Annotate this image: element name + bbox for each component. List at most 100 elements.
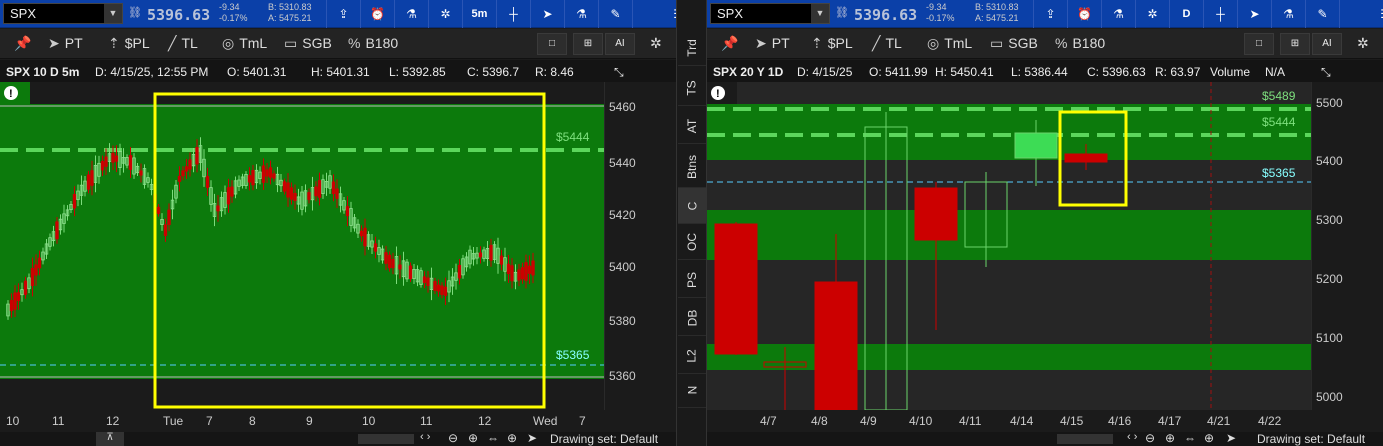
left-candle — [104, 156, 108, 167]
horizontal-scrollbar[interactable] — [1057, 434, 1113, 444]
left-tool-sgb[interactable]: ▭ SGB — [284, 35, 332, 52]
flask-icon[interactable]: ⚗ — [1101, 0, 1135, 28]
right-price-chart[interactable]: ! $5489 $5444 $5365 — [707, 82, 1311, 410]
left-tool-pl[interactable]: ⇡ $PL — [108, 35, 150, 52]
zoom-in-icon[interactable]: ⊕ — [468, 431, 478, 445]
fit-icon[interactable]: ⇔ — [1184, 431, 1196, 445]
fit-icon[interactable]: ⇔ — [487, 431, 499, 445]
y-tick: 5400 — [1316, 154, 1343, 168]
flask-icon[interactable]: ⚗ — [394, 0, 428, 28]
ai-icon[interactable]: AI — [605, 33, 635, 55]
zoom-out-icon[interactable]: ⊖ — [1145, 431, 1155, 445]
tab-ps[interactable]: PS — [678, 262, 706, 298]
right-change-pct: -0.17% — [926, 13, 955, 23]
square-icon[interactable]: □ — [537, 33, 567, 55]
link-icon[interactable]: ⛓ — [128, 6, 142, 19]
left-candle — [265, 169, 269, 177]
grid-icon[interactable]: ⊞ — [1280, 33, 1310, 55]
study-flask-icon[interactable]: ⚗ — [1271, 0, 1305, 28]
left-candle — [128, 155, 133, 170]
tab-ts[interactable]: TS — [678, 70, 706, 106]
chart-settings-gear-icon[interactable]: ✲ — [1357, 35, 1369, 52]
horizontal-scrollbar[interactable] — [358, 434, 414, 444]
tab-oc[interactable]: OC — [678, 224, 706, 260]
right-toolbar-icons: ⇪ ⏰ ⚗ ✲ D ┼ ➤ ⚗ ✎ ☰ — [1033, 0, 1383, 28]
tool-label: PT — [64, 35, 83, 51]
right-tool-b180[interactable]: % B180 — [1055, 35, 1105, 51]
left-interval-button[interactable]: 5m — [462, 0, 496, 28]
left-candle — [286, 182, 290, 198]
left-tool-b180[interactable]: % B180 — [348, 35, 398, 51]
left-drawing-set[interactable]: Drawing set: Default — [550, 432, 658, 446]
square-icon[interactable]: □ — [1244, 33, 1274, 55]
tool-label: SGB — [1008, 35, 1038, 51]
scroll-left-icon[interactable]: ‹ › — [1127, 431, 1137, 443]
zoom-out-icon[interactable]: ⊖ — [448, 431, 458, 445]
candle-style-icon[interactable]: ┼ — [1203, 0, 1237, 28]
chevron-down-icon[interactable]: ▼ — [811, 4, 829, 23]
crosshair-icon[interactable]: ⊕ — [1204, 431, 1214, 445]
alert-icon[interactable]: ⏰ — [1067, 0, 1101, 28]
expand-icon[interactable]: ⤡ — [614, 65, 624, 80]
drawing-icon[interactable]: ✎ — [1305, 0, 1339, 28]
tab-at[interactable]: AT — [678, 108, 706, 144]
right-drawing-set[interactable]: Drawing set: Default — [1257, 432, 1365, 446]
collapse-icon[interactable]: ⊼ — [96, 432, 124, 446]
left-change: -9.34 -0.17% — [219, 2, 248, 24]
gear-icon[interactable]: ✲ — [1135, 0, 1169, 28]
left-candle — [520, 267, 525, 280]
svg-text:!: ! — [9, 88, 13, 100]
zoom-in-icon[interactable]: ⊕ — [1165, 431, 1175, 445]
pin-icon[interactable]: 📌 — [14, 35, 31, 52]
tab-n[interactable]: N — [678, 372, 706, 408]
left-tool-tl[interactable]: ╱ TL — [168, 35, 198, 52]
tool-label: TL — [181, 35, 198, 51]
tab-l2[interactable]: L2 — [678, 338, 706, 374]
share-icon[interactable]: ⇪ — [1033, 0, 1067, 28]
right-interval-button[interactable]: D — [1169, 0, 1203, 28]
right-tool-pl[interactable]: ⇡ $PL — [811, 35, 853, 52]
tool-label: $PL — [827, 35, 853, 51]
tab-trd[interactable]: Trd — [678, 30, 706, 66]
cursor-mode-icon[interactable]: ➤ — [1226, 431, 1236, 445]
percent-icon: % — [1055, 35, 1068, 51]
right-tool-tml[interactable]: ◎ TmL — [927, 35, 972, 52]
right-price-axis: 5500 5400 5300 5200 5100 5000 — [1311, 82, 1383, 410]
candle-style-icon[interactable]: ┼ — [496, 0, 530, 28]
crosshair-icon[interactable]: ⊕ — [507, 431, 517, 445]
cursor-mode-icon[interactable]: ➤ — [527, 431, 537, 445]
link-icon[interactable]: ⛓ — [835, 6, 849, 19]
chevron-down-icon[interactable]: ▼ — [104, 4, 122, 23]
right-tool-tl[interactable]: ╱ TL — [872, 35, 902, 52]
left-symbol-input[interactable]: SPX ▼ — [3, 3, 123, 24]
drawing-icon[interactable]: ✎ — [598, 0, 632, 28]
right-tool-sgb[interactable]: ▭ SGB — [990, 35, 1038, 52]
expand-icon[interactable]: ⤡ — [1321, 65, 1331, 80]
pin-icon[interactable]: 📌 — [721, 35, 738, 52]
gear-icon[interactable]: ✲ — [428, 0, 462, 28]
menu-icon[interactable]: ☰ — [1339, 0, 1383, 28]
chart-settings-gear-icon[interactable]: ✲ — [650, 35, 662, 52]
ai-icon[interactable]: AI — [1312, 33, 1342, 55]
tab-c[interactable]: C — [678, 188, 706, 224]
cursor-icon[interactable]: ➤ — [530, 0, 564, 28]
left-price-chart[interactable]: ! $5444 $5365 — [0, 82, 604, 410]
left-candle — [398, 264, 402, 270]
tab-btns[interactable]: Btns — [678, 146, 706, 188]
tab-db[interactable]: DB — [678, 300, 706, 336]
left-candle — [261, 165, 266, 183]
left-candle — [272, 173, 276, 179]
alert-icon[interactable]: ⏰ — [360, 0, 394, 28]
left-tool-pt[interactable]: ➤ PT — [48, 35, 83, 52]
left-range: R: 8.46 — [535, 65, 574, 79]
cursor-icon[interactable]: ➤ — [1237, 0, 1271, 28]
y-tick: 5460 — [609, 100, 636, 114]
grid-icon[interactable]: ⊞ — [573, 33, 603, 55]
right-tool-pt[interactable]: ➤ PT — [755, 35, 790, 52]
pointer-icon: ➤ — [755, 35, 767, 51]
scroll-left-icon[interactable]: ‹ › — [420, 431, 430, 443]
left-tool-tml[interactable]: ◎ TmL — [222, 35, 267, 52]
share-icon[interactable]: ⇪ — [326, 0, 360, 28]
study-flask-icon[interactable]: ⚗ — [564, 0, 598, 28]
right-symbol-input[interactable]: SPX ▼ — [710, 3, 830, 24]
